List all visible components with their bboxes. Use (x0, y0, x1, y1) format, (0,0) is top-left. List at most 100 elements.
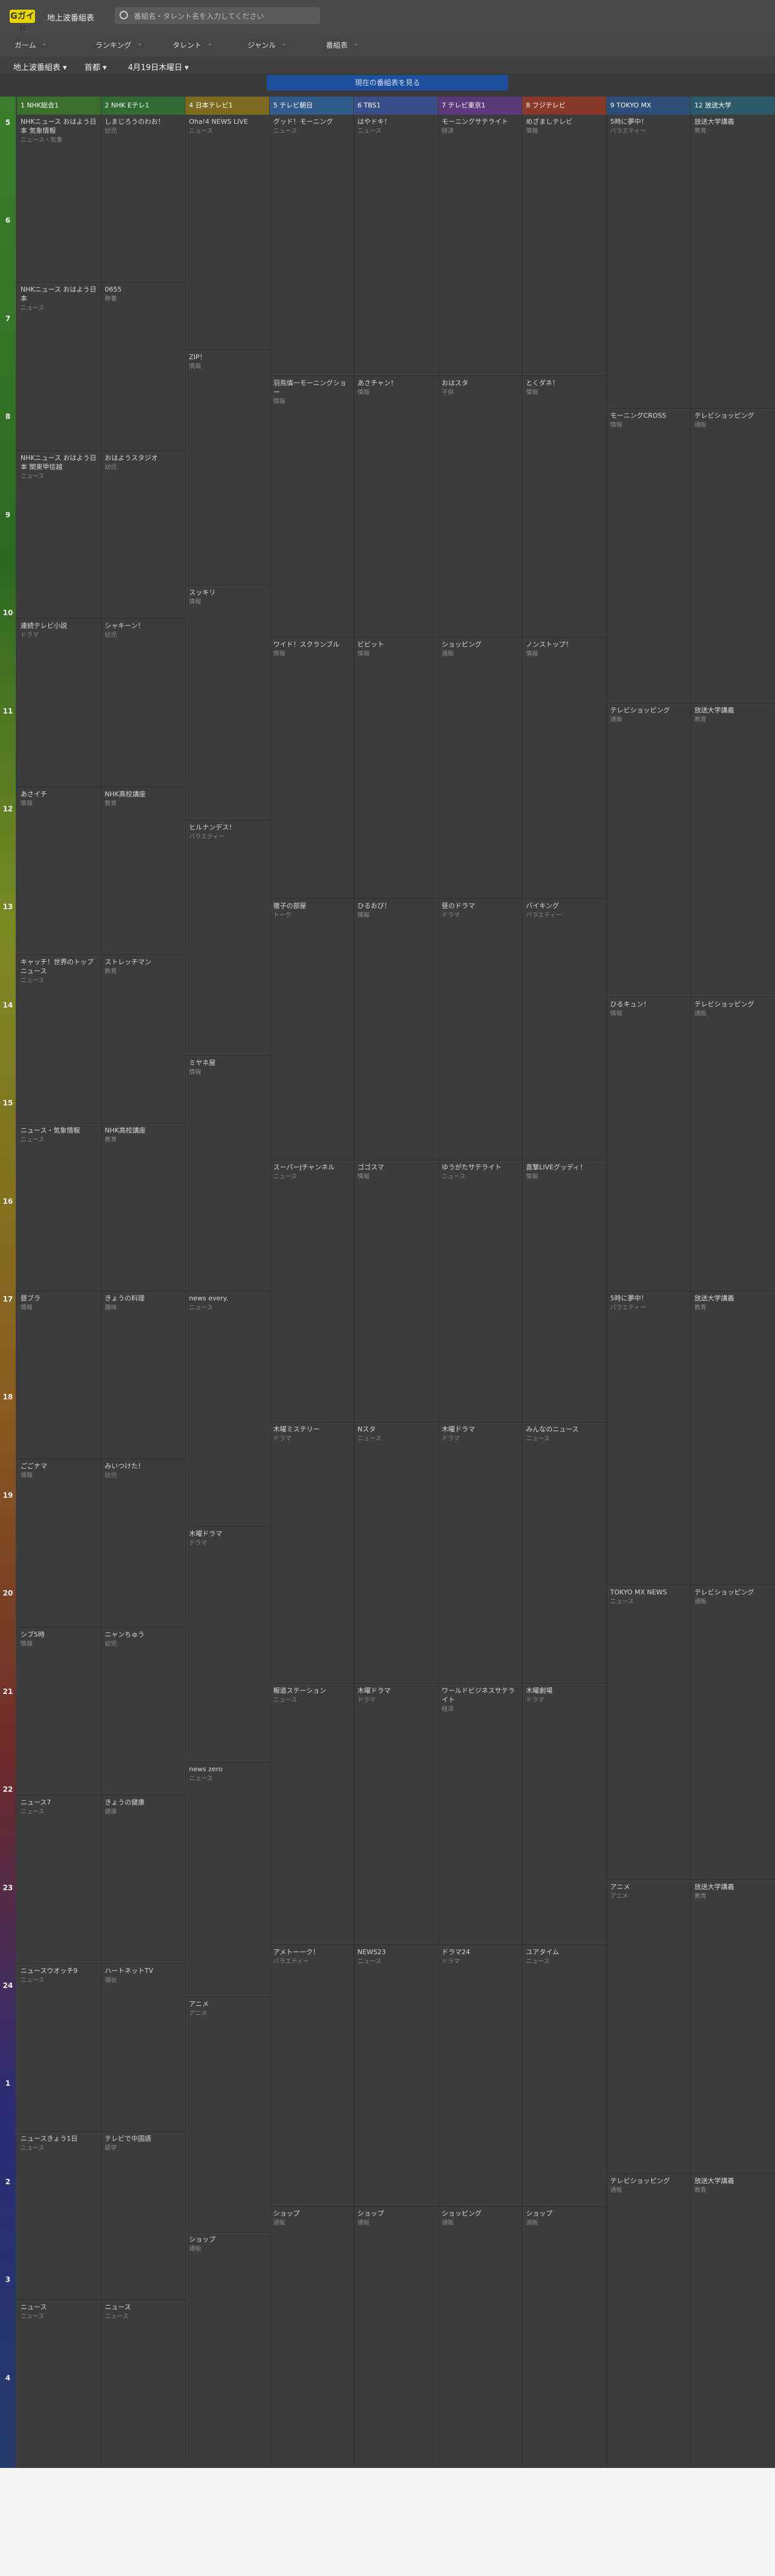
program-cell[interactable]: 徹子の部屋 トーク (269, 899, 354, 1161)
channel-header[interactable]: 9 TOKYO MX (606, 97, 690, 115)
program-cell[interactable]: ドラマ24 ドラマ (438, 1945, 523, 2207)
program-cell[interactable]: めざましテレビ 情報 (522, 115, 607, 377)
program-cell[interactable]: 木曜劇場 ドラマ (522, 1684, 607, 1945)
program-cell[interactable]: ショップ 通販 (269, 2207, 354, 2468)
filter-dropdown[interactable]: 地上波番組表 ▾ (13, 61, 67, 72)
program-cell[interactable]: ワイド！スクランブル 情報 (269, 638, 354, 900)
program-cell[interactable]: ヒルナンデス！ バラエティー (185, 820, 270, 1056)
nav-item[interactable]: タレント ⌄ (173, 40, 212, 50)
program-cell[interactable]: ショッピング 通販 (438, 638, 523, 900)
program-cell[interactable]: ニュースウオッチ9 ニュース (17, 1964, 101, 2132)
program-cell[interactable]: ニュース・気象情報 ニュース (17, 1123, 101, 1291)
program-cell[interactable]: ZIP！ 情報 (185, 350, 270, 586)
program-cell[interactable]: ニュースきょう1日 ニュース (17, 2132, 101, 2300)
search-box[interactable]: 番組名・タレント名を入力してください (115, 7, 320, 24)
program-cell[interactable]: バイキング バラエティー (522, 899, 607, 1161)
program-cell[interactable]: テレビショッピング 通販 (606, 2174, 691, 2468)
program-cell[interactable]: きょうの健康 健康 (101, 1795, 186, 1964)
channel-header[interactable]: 1 NHK総合1 (17, 97, 101, 115)
program-cell[interactable]: 羽鳥慎一モーニングショー 情報 (269, 376, 354, 638)
program-cell[interactable]: 報道ステーション ニュース (269, 1684, 354, 1945)
program-cell[interactable]: ニュース ニュース (101, 2300, 186, 2468)
nav-item[interactable]: ジャンル ⌄ (247, 40, 287, 50)
program-cell[interactable]: ニュース7 ニュース (17, 1795, 101, 1964)
program-cell[interactable]: ショッピング 通販 (438, 2207, 523, 2468)
program-cell[interactable]: みいつけた！ 幼児 (101, 1459, 186, 1628)
program-cell[interactable]: シブ5時 情報 (17, 1628, 101, 1796)
program-cell[interactable]: テレビショッピング 通販 (690, 997, 775, 1291)
program-cell[interactable]: グッド！モーニング ニュース (269, 115, 354, 377)
program-cell[interactable]: NEWS23 ニュース (354, 1945, 438, 2207)
program-cell[interactable]: ミヤネ屋 情報 (185, 1056, 270, 1291)
program-cell[interactable]: ノンストップ！ 情報 (522, 638, 607, 900)
filter-dropdown[interactable]: 4月19日木曜日 ▾ (128, 61, 188, 72)
program-cell[interactable]: 放送大学講義 教育 (690, 703, 775, 997)
program-cell[interactable]: 直撃LIVEグッディ！ 情報 (522, 1160, 607, 1422)
program-cell[interactable]: モーニングサテライト 経済 (438, 115, 523, 377)
program-cell[interactable]: NHKニュース おはよう日本 ニュース (17, 283, 101, 451)
program-cell[interactable]: 放送大学講義 教育 (690, 2174, 775, 2468)
program-cell[interactable]: シャキーン！ 幼児 (101, 619, 186, 787)
program-cell[interactable]: おはスタ 子供 (438, 376, 523, 638)
program-cell[interactable]: ショップ 通販 (185, 2232, 270, 2468)
channel-header[interactable]: 5 テレビ朝日 (269, 97, 354, 115)
channel-header[interactable]: 7 テレビ東京1 (438, 97, 522, 115)
program-cell[interactable]: スッキリ 情報 (185, 586, 270, 821)
channel-header[interactable]: 2 NHK Eテレ1 (101, 97, 185, 115)
program-cell[interactable]: news zero ニュース (185, 1762, 270, 1998)
program-cell[interactable]: ごごナマ 情報 (17, 1459, 101, 1628)
nav-item[interactable]: 番組表 ⌄ (326, 40, 359, 50)
program-cell[interactable]: news every. ニュース (185, 1291, 270, 1527)
program-cell[interactable]: テレビショッピング 通販 (690, 1585, 775, 1880)
program-cell[interactable]: おはようスタジオ 幼児 (101, 451, 186, 619)
program-cell[interactable]: あさチャン！ 情報 (354, 376, 438, 638)
channel-header[interactable]: 6 TBS1 (354, 97, 438, 115)
program-cell[interactable]: テレビショッピング 通販 (606, 703, 691, 997)
program-cell[interactable]: 木曜ドラマ ドラマ (438, 1422, 523, 1684)
program-cell[interactable]: ハートネットTV 福祉 (101, 1964, 186, 2132)
program-cell[interactable]: とくダネ！ 情報 (522, 376, 607, 638)
program-cell[interactable]: モーニングCROSS 情報 (606, 409, 691, 703)
program-cell[interactable]: みんなのニュース ニュース (522, 1422, 607, 1684)
program-cell[interactable]: あさイチ 情報 (17, 787, 101, 956)
program-cell[interactable]: しまじろうのわお！ 幼児 (101, 115, 186, 283)
program-cell[interactable]: 5時に夢中！ バラエティー (606, 115, 691, 409)
program-cell[interactable]: ゴゴスマ 情報 (354, 1160, 438, 1422)
program-cell[interactable]: アニメ アニメ (185, 1997, 270, 2233)
program-cell[interactable]: ショップ 通販 (354, 2207, 438, 2468)
program-cell[interactable]: スーパーJチャンネル ニュース (269, 1160, 354, 1422)
program-cell[interactable]: NHK高校講座 教育 (101, 1123, 186, 1291)
program-cell[interactable]: 放送大学講義 教育 (690, 1880, 775, 2174)
program-cell[interactable]: ゆうがたサテライト ニュース (438, 1160, 523, 1422)
program-cell[interactable]: Nスタ ニュース (354, 1422, 438, 1684)
program-cell[interactable]: アニメ アニメ (606, 1880, 691, 2174)
program-cell[interactable]: はやドキ！ ニュース (354, 115, 438, 377)
search-input[interactable]: 番組名・タレント名を入力してください (134, 11, 264, 21)
program-cell[interactable]: テレビで中国語 語学 (101, 2132, 186, 2300)
nav-item[interactable]: ランキング ⌄ (95, 40, 142, 50)
program-cell[interactable]: ショップ 通販 (522, 2207, 607, 2468)
program-cell[interactable]: ストレッチマン 教育 (101, 955, 186, 1123)
program-cell[interactable]: 木曜ドラマ ドラマ (185, 1527, 270, 1762)
filter-dropdown[interactable]: 首都 ▾ (85, 61, 107, 72)
program-cell[interactable]: 5時に夢中！ バラエティー (606, 1291, 691, 1586)
program-cell[interactable]: TOKYO MX NEWS ニュース (606, 1585, 691, 1880)
view-now-button[interactable]: 現在の番組表を見る (267, 75, 508, 91)
channel-header[interactable]: 8 フジテレビ (522, 97, 606, 115)
program-cell[interactable]: ユアタイム ニュース (522, 1945, 607, 2207)
program-cell[interactable]: きょうの料理 趣味 (101, 1291, 186, 1460)
program-cell[interactable]: ひるおび！ 情報 (354, 899, 438, 1161)
nav-item[interactable]: ガーム ⌄ (14, 40, 47, 50)
program-cell[interactable]: 木曜ドラマ ドラマ (354, 1684, 438, 1945)
program-cell[interactable]: ニュース ニュース (17, 2300, 101, 2468)
program-cell[interactable]: 昼ブラ 情報 (17, 1291, 101, 1460)
program-cell[interactable]: NHKニュース おはよう日本 気象情報 ニュース・気象 (17, 115, 101, 283)
program-cell[interactable]: 連続テレビ小説 ドラマ (17, 619, 101, 787)
program-cell[interactable]: NHKニュース おはよう日本 関東甲信越 ニュース (17, 451, 101, 619)
program-cell[interactable]: 放送大学講義 教育 (690, 1291, 775, 1586)
program-cell[interactable]: 木曜ミステリー ドラマ (269, 1422, 354, 1684)
program-cell[interactable]: 放送大学講義 教育 (690, 115, 775, 409)
program-cell[interactable]: Oha!4 NEWS LIVE ニュース (185, 115, 270, 350)
program-cell[interactable]: ビビット 情報 (354, 638, 438, 900)
program-cell[interactable]: 昼のドラマ ドラマ (438, 899, 523, 1161)
